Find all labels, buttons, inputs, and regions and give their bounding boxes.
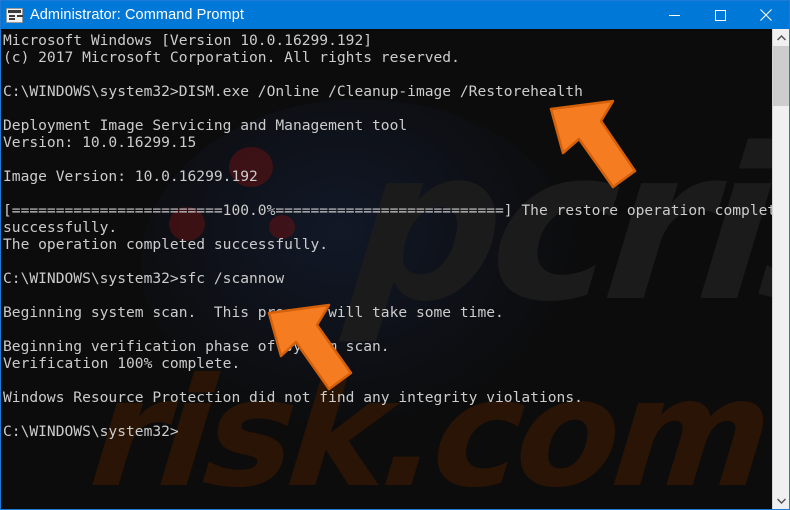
console-line: (c) 2017 Microsoft Corporation. All righ… (3, 49, 460, 66)
console-line: Beginning verification phase of system s… (3, 338, 390, 355)
console-line: C:\WINDOWS\system32>sfc /scannow (3, 270, 285, 287)
window-controls (651, 1, 789, 29)
console-text: Microsoft Windows [Version 10.0.16299.19… (1, 29, 789, 440)
scrollbar-thumb[interactable] (773, 46, 789, 106)
window-title: Administrator: Command Prompt (30, 7, 245, 23)
console-line: Deployment Image Servicing and Managemen… (3, 117, 408, 134)
console-line: Microsoft Windows [Version 10.0.16299.19… (3, 32, 373, 49)
console-line: [========================100.0%=========… (3, 202, 789, 219)
vertical-scrollbar[interactable] (772, 29, 789, 509)
console-line: Verification 100% complete. (3, 355, 241, 372)
console-line: Windows Resource Protection did not find… (3, 389, 583, 406)
console-line: successfully. (3, 219, 118, 236)
scroll-down-icon (776, 498, 786, 504)
minimize-icon (668, 14, 680, 16)
console-line: C:\WINDOWS\system32>DISM.exe /Online /Cl… (3, 83, 583, 100)
console-line: C:\WINDOWS\system32> (3, 423, 179, 440)
scroll-up-icon (776, 34, 786, 40)
console-line: Version: 10.0.16299.15 (3, 134, 197, 151)
minimize-button[interactable] (651, 1, 697, 29)
console-line: Image Version: 10.0.16299.192 (3, 168, 258, 185)
command-prompt-window: Administrator: Command Prompt pcrisk ris… (0, 0, 790, 510)
console-icon (6, 7, 23, 23)
close-button[interactable] (743, 1, 789, 29)
close-icon (760, 9, 772, 21)
console-line: Beginning system scan. This process will… (3, 304, 504, 321)
console-output-area[interactable]: pcrisk risk.com Microsoft Windows [Versi… (1, 29, 789, 509)
scroll-down-button[interactable] (773, 492, 789, 509)
maximize-icon (714, 9, 726, 21)
title-bar[interactable]: Administrator: Command Prompt (1, 1, 789, 29)
console-line: The operation completed successfully. (3, 236, 329, 253)
scroll-up-button[interactable] (773, 29, 789, 46)
maximize-button[interactable] (697, 1, 743, 29)
